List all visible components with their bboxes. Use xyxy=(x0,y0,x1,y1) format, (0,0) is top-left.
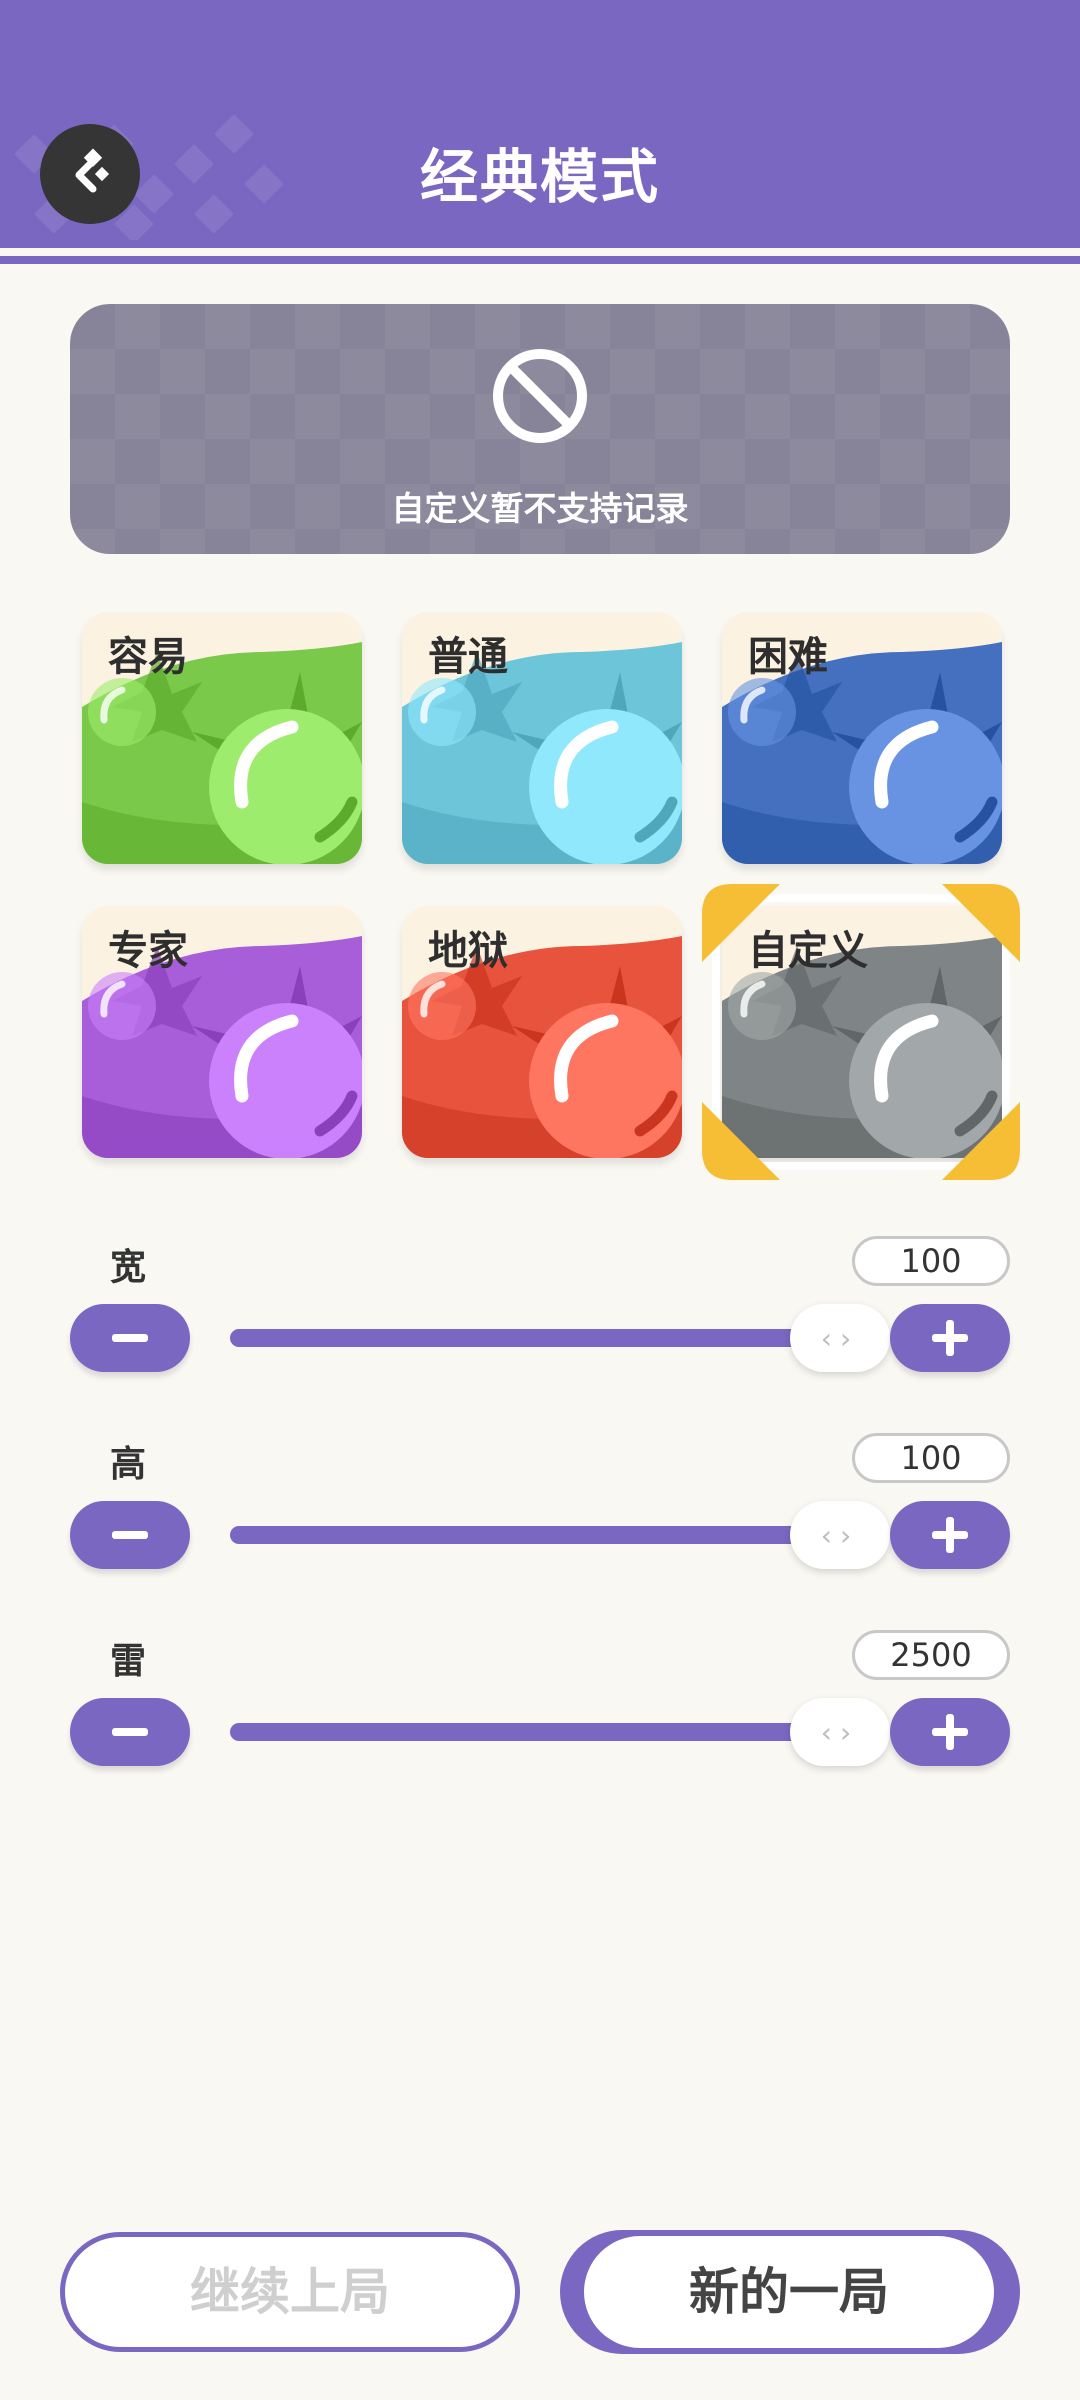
no-entry-icon xyxy=(493,349,587,443)
difficulty-card-4[interactable]: 专家 xyxy=(82,906,362,1158)
slider-track-width[interactable] xyxy=(230,1329,830,1347)
increase-mines-button[interactable] xyxy=(890,1698,1010,1766)
plus-icon xyxy=(932,1714,968,1750)
slider-thumb-mines[interactable]: ‹› xyxy=(790,1698,890,1766)
difficulty-label: 困难 xyxy=(748,634,828,680)
increase-width-button[interactable] xyxy=(890,1304,1010,1372)
minus-icon xyxy=(112,1531,148,1539)
value-box-height[interactable]: 100 xyxy=(852,1433,1010,1483)
difficulty-card-3[interactable]: 困难 xyxy=(722,612,1002,864)
value-box-width[interactable]: 100 xyxy=(852,1236,1010,1286)
notice-text: 自定义暂不支持记录 xyxy=(391,489,689,528)
new-game-label: 新的一局 xyxy=(584,2236,994,2348)
drag-handle-icon: ‹› xyxy=(820,1321,860,1355)
slider-track-height[interactable] xyxy=(230,1526,830,1544)
slider-label-mines: 雷 xyxy=(110,1641,147,1682)
plus-icon xyxy=(932,1517,968,1553)
value-box-mines[interactable]: 2500 xyxy=(852,1630,1010,1680)
continue-game-button[interactable]: 继续上局 xyxy=(60,2232,520,2352)
slider-label-height: 高 xyxy=(110,1444,147,1485)
slider-thumb-height[interactable]: ‹› xyxy=(790,1501,890,1569)
difficulty-card-1[interactable]: 容易 xyxy=(82,612,362,864)
difficulty-card-2[interactable]: 普通 xyxy=(402,612,682,864)
slider-track-mines[interactable] xyxy=(230,1723,830,1741)
decrease-height-button[interactable] xyxy=(70,1501,190,1569)
plus-icon xyxy=(932,1320,968,1356)
drag-handle-icon: ‹› xyxy=(820,1715,860,1749)
app-header: 经典模式 xyxy=(0,0,1080,264)
selection-corners xyxy=(702,884,1020,1180)
minus-icon xyxy=(112,1334,148,1342)
record-notice-banner: 自定义暂不支持记录 xyxy=(70,304,1010,554)
decrease-mines-button[interactable] xyxy=(70,1698,190,1766)
difficulty-label: 专家 xyxy=(108,928,188,974)
decrease-width-button[interactable] xyxy=(70,1304,190,1372)
header-divider-line xyxy=(0,256,1080,264)
slider-label-width: 宽 xyxy=(110,1247,147,1288)
increase-height-button[interactable] xyxy=(890,1501,1010,1569)
selected-card-frame xyxy=(702,884,1020,1180)
drag-handle-icon: ‹› xyxy=(820,1518,860,1552)
difficulty-card-5[interactable]: 地狱 xyxy=(402,906,682,1158)
slider-thumb-width[interactable]: ‹› xyxy=(790,1304,890,1372)
difficulty-label: 容易 xyxy=(108,634,188,680)
page-title: 经典模式 xyxy=(419,143,660,211)
difficulty-label: 地狱 xyxy=(428,928,508,974)
new-game-button[interactable]: 新的一局 xyxy=(560,2230,1020,2354)
difficulty-label: 普通 xyxy=(428,634,508,680)
minus-icon xyxy=(112,1728,148,1736)
